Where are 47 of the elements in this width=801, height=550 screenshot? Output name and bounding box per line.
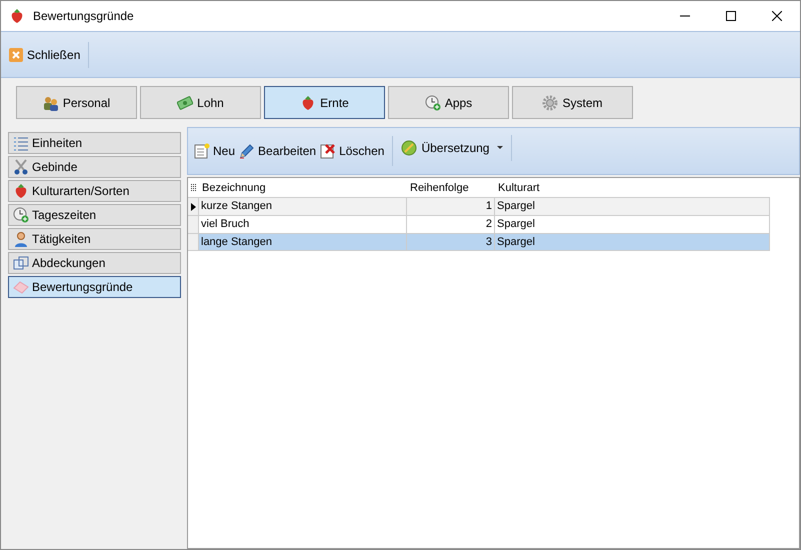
banknote-icon <box>177 94 194 110</box>
table-row[interactable]: viel Bruch 2 Spargel <box>188 215 770 233</box>
new-document-icon <box>194 143 210 159</box>
scissors-icon <box>13 159 29 175</box>
column-header[interactable]: Kulturart <box>495 180 770 196</box>
people-icon <box>42 94 59 110</box>
column-header[interactable]: Reihenfolge <box>407 180 495 196</box>
sidebar-item[interactable]: Abdeckungen <box>8 252 181 274</box>
caret-icon <box>497 146 504 150</box>
table-row[interactable]: kurze Stangen 1 Spargel <box>188 197 770 215</box>
eraser-icon <box>13 279 29 295</box>
clock-icon <box>13 207 29 223</box>
column-header[interactable]: Bezeichnung <box>199 180 407 196</box>
toolbar-button[interactable]: Löschen <box>320 139 384 163</box>
toolbar-button[interactable]: Bearbeiten <box>239 139 316 163</box>
close-icon <box>772 11 782 21</box>
column-chooser-icon <box>190 184 196 192</box>
module-tab[interactable]: System <box>512 86 633 119</box>
sidebar-item[interactable]: Tätigkeiten <box>8 228 181 250</box>
strawberry-icon <box>9 8 25 24</box>
sidebar-item[interactable]: Tageszeiten <box>8 204 181 226</box>
gear-icon <box>542 94 558 110</box>
clock-icon <box>424 94 441 110</box>
list-icon <box>13 135 29 151</box>
sidebar-item[interactable]: Kulturarten/Sorten <box>8 180 181 202</box>
pencil-icon <box>239 143 256 159</box>
module-tab[interactable]: Lohn <box>140 86 261 119</box>
table-row[interactable]: lange Stangen 3 Spargel <box>188 233 770 251</box>
dropdown-button[interactable]: Übersetzung <box>401 135 512 161</box>
table-cell: Spargel <box>495 234 770 250</box>
table-cell: 3 <box>407 234 495 250</box>
close-window-button[interactable]: Schließen <box>9 42 90 68</box>
sidebar-item[interactable]: Einheiten <box>8 132 181 154</box>
layers-icon <box>13 255 29 271</box>
close-icon <box>9 48 23 62</box>
module-tab[interactable]: Ernte <box>264 86 385 119</box>
module-tab[interactable]: Personal <box>16 86 137 119</box>
window-title: Bewertungsgründe <box>33 8 134 25</box>
toolbar-button[interactable]: Neu <box>194 139 236 163</box>
sidebar-item[interactable]: Bewertungsgründe <box>8 276 181 298</box>
maximize-icon <box>726 11 736 21</box>
strawberry-icon <box>13 183 29 199</box>
person-icon <box>13 231 29 247</box>
sidebar-item[interactable]: Gebinde <box>8 156 181 178</box>
delete-document-icon <box>320 143 336 159</box>
module-tab[interactable]: Apps <box>388 86 509 119</box>
table-cell: lange Stangen <box>199 234 407 250</box>
